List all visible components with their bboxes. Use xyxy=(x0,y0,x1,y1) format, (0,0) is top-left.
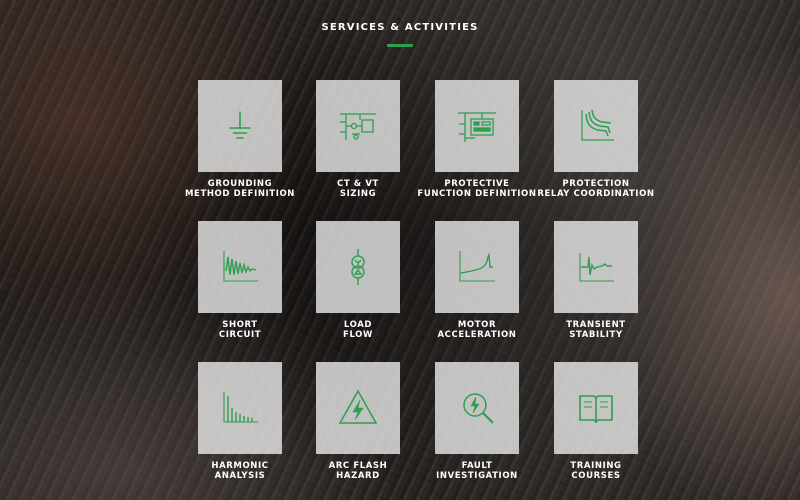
tile-transient-stability[interactable]: TRANSIENT STABILITY xyxy=(554,221,638,340)
magnifier-bolt-icon xyxy=(463,393,494,424)
tile-fault-investigation[interactable]: FAULT INVESTIGATION xyxy=(435,362,519,481)
ct-vt-schematic-icon xyxy=(340,113,376,140)
tile-card[interactable] xyxy=(316,362,400,454)
coordination-curves-icon xyxy=(581,109,614,141)
title-underline xyxy=(387,44,413,47)
tile-card[interactable] xyxy=(435,221,519,313)
tile-grounding-method-definition[interactable]: GROUNDING METHOD DEFINITION xyxy=(185,80,294,199)
tile-card[interactable] xyxy=(198,80,282,172)
tile-ct-vt-sizing[interactable]: CT & VT SIZING xyxy=(316,80,400,199)
harmonic-bars-icon xyxy=(223,392,258,423)
ground-symbol-icon xyxy=(229,111,251,139)
tile-load-flow[interactable]: LOAD FLOW xyxy=(316,221,400,340)
tile-motor-acceleration[interactable]: MOTOR ACCELERATION xyxy=(435,221,519,340)
tile-protective-function-definition[interactable]: PROTECTIVE FUNCTION DEFINITION xyxy=(417,80,536,199)
tile-short-circuit[interactable]: SHORT CIRCUIT xyxy=(198,221,282,340)
section-header: SERVICES & ACTIVITIES xyxy=(0,22,800,47)
tile-card[interactable] xyxy=(554,80,638,172)
tile-card[interactable] xyxy=(198,221,282,313)
tile-card[interactable] xyxy=(435,80,519,172)
tile-label: PROTECTION RELAY COORDINATION xyxy=(537,179,655,199)
tile-arc-flash-hazard[interactable]: ARC FLASH HAZARD xyxy=(316,362,400,481)
tile-card[interactable] xyxy=(198,362,282,454)
tile-label: TRANSIENT STABILITY xyxy=(566,320,626,340)
tile-card[interactable] xyxy=(316,80,400,172)
tile-harmonic-analysis[interactable]: HARMONIC ANALYSIS xyxy=(198,362,282,481)
transient-spike-icon xyxy=(579,253,614,282)
tile-card[interactable] xyxy=(554,221,638,313)
transformer-icon xyxy=(351,249,365,285)
arc-flash-warning-icon xyxy=(338,389,378,424)
tile-training-courses[interactable]: TRAINING COURSES xyxy=(554,362,638,481)
tile-card[interactable] xyxy=(316,221,400,313)
tile-card[interactable] xyxy=(435,362,519,454)
damped-waveform-icon xyxy=(223,251,258,282)
background-photo xyxy=(0,0,800,500)
section-title: SERVICES & ACTIVITIES xyxy=(321,22,479,33)
acceleration-curve-icon xyxy=(459,251,495,282)
relay-panel-icon xyxy=(458,112,496,142)
open-book-icon xyxy=(579,395,613,424)
tile-label: TRAINING COURSES xyxy=(570,461,622,481)
tile-card[interactable] xyxy=(554,362,638,454)
tile-protection-relay-coordination[interactable]: PROTECTION RELAY COORDINATION xyxy=(537,80,654,199)
